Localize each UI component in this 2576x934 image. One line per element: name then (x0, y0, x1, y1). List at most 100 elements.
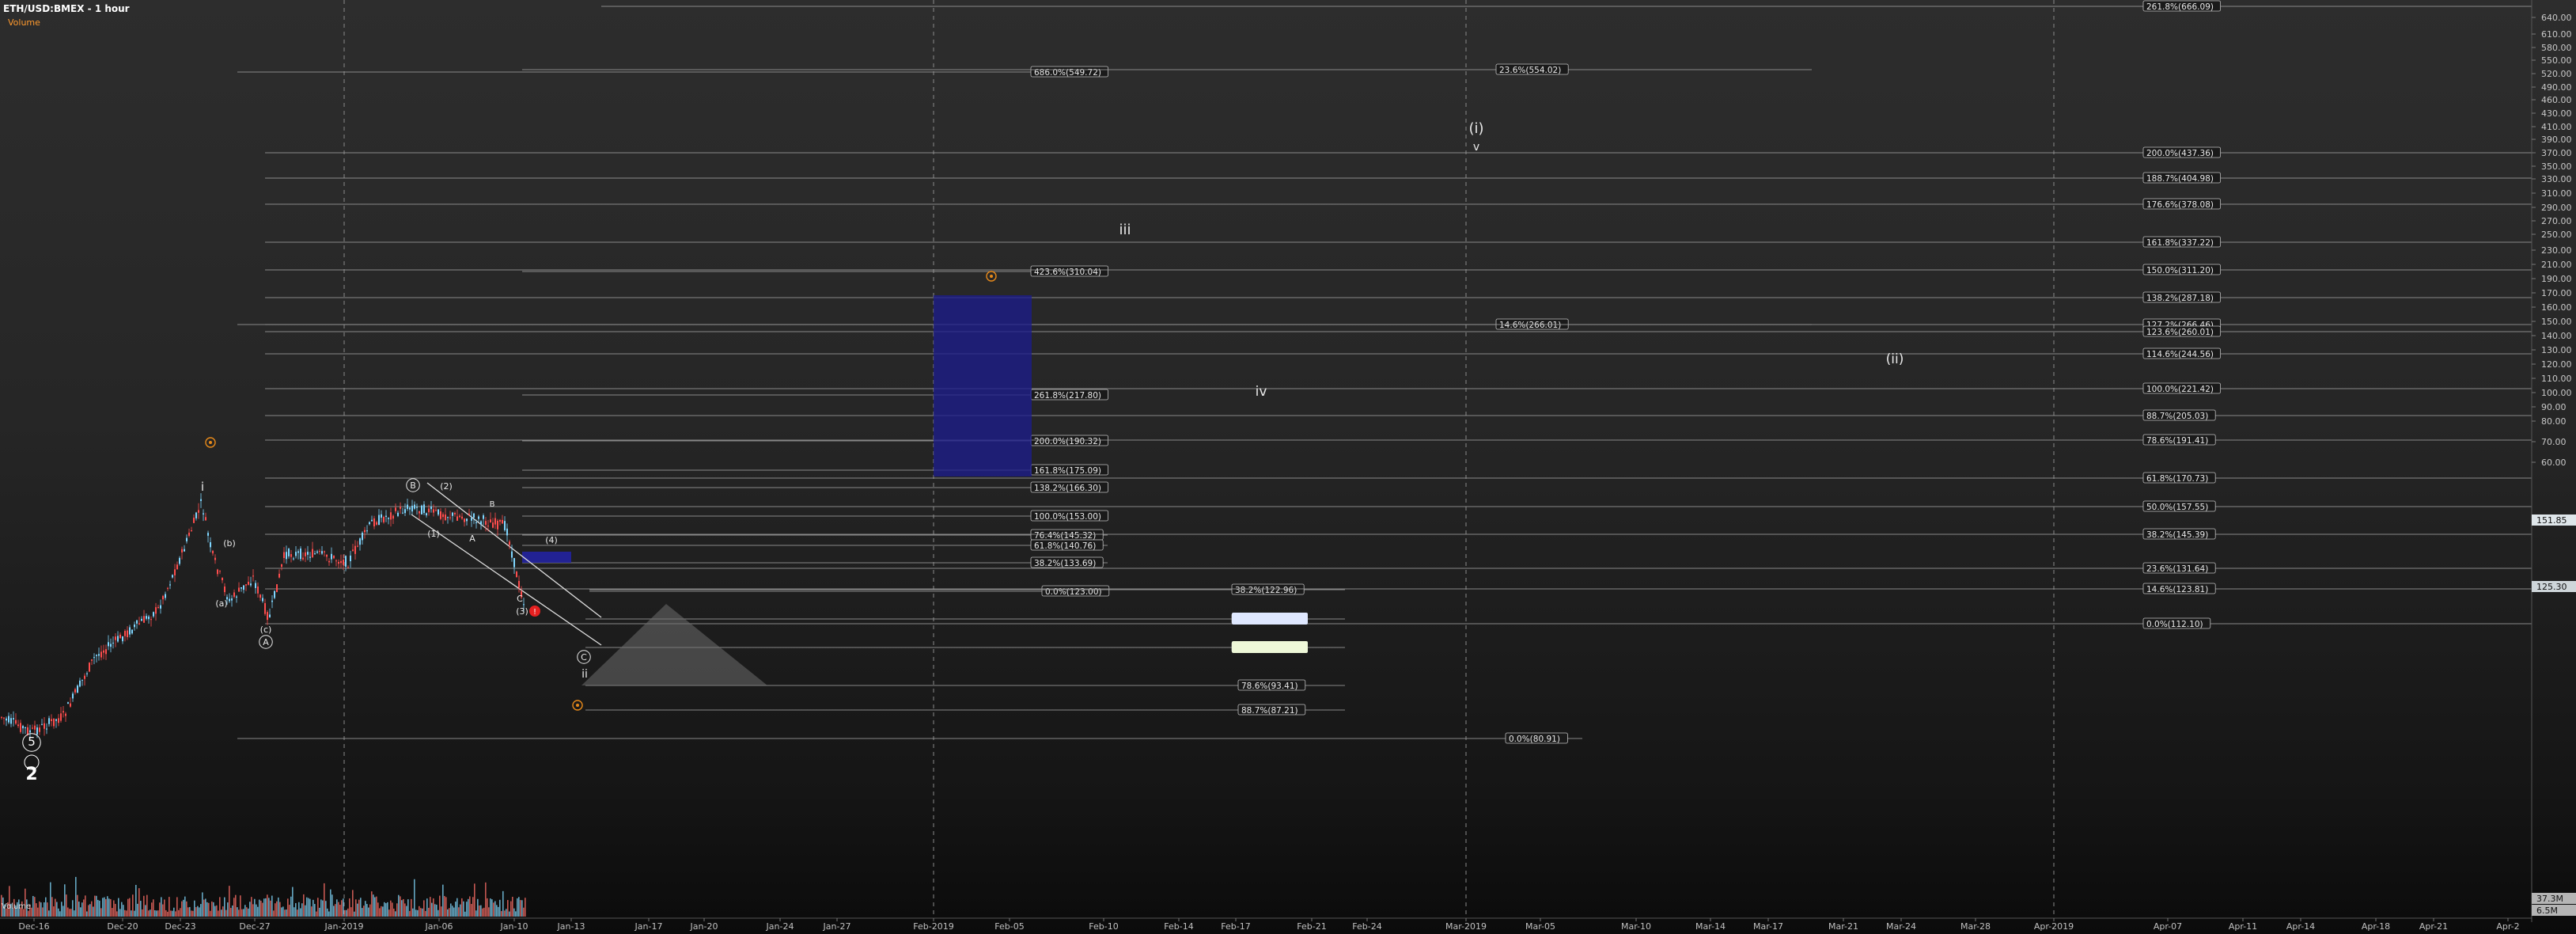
volume-bar (156, 910, 157, 917)
volume-bar (48, 910, 50, 917)
candle-body (290, 554, 292, 557)
volume-bar (331, 894, 333, 917)
volume-bar (423, 900, 425, 917)
candle-body (305, 552, 306, 556)
volume-bar (479, 905, 480, 917)
volume-bar (9, 886, 10, 917)
wave-label: i (201, 480, 204, 494)
volume-tag-1: 37.3M (2536, 894, 2563, 904)
volume-bar (390, 900, 392, 917)
volume-bar (328, 911, 330, 917)
small-blue-zone (522, 552, 571, 563)
volume-bar (142, 909, 143, 917)
volume-bar (210, 910, 211, 917)
volume-bar (460, 904, 461, 917)
price-axis[interactable]: 640.00 610.00 580.00 550.00 520.00 490.00 460.… (2531, 0, 2576, 922)
volume-bar (365, 901, 366, 917)
volume-bar (263, 898, 265, 917)
candle-body (10, 718, 12, 724)
candle-body (497, 520, 498, 530)
volume-bar (225, 909, 227, 917)
volume-bar (515, 911, 517, 917)
candle-body (15, 719, 17, 724)
volume-bar (477, 898, 479, 917)
volume-bar (433, 898, 434, 917)
volume-bar (398, 894, 400, 917)
candle-body (72, 693, 74, 699)
volume-bar (129, 898, 131, 917)
candle-body (193, 518, 195, 523)
volume-bar (102, 898, 104, 917)
volume-bar (436, 904, 438, 917)
date-gridlines (343, 0, 2055, 917)
price-tick-label: 390.00 (2541, 135, 2572, 145)
volume-bar (162, 904, 164, 917)
candle-body (419, 511, 420, 514)
candle-body (188, 532, 190, 536)
candle-body (381, 514, 382, 518)
candle-body (233, 592, 235, 597)
volume-bar (172, 910, 173, 917)
volume-bar (69, 909, 70, 917)
volume-bar (517, 898, 518, 917)
time-tick-label: Apr-07 (2154, 921, 2182, 932)
time-tick-label: Feb-14 (1164, 921, 1193, 932)
candle-body (172, 575, 173, 578)
volume-bar (249, 902, 251, 917)
candle-body (157, 606, 159, 608)
volume-bar (227, 902, 229, 917)
volume-bar (305, 905, 306, 917)
volume-bar (100, 908, 102, 917)
candle-body (359, 538, 361, 545)
volume-bar (525, 898, 526, 917)
time-tick-label: Jan-20 (690, 921, 718, 932)
volume-bar (425, 910, 426, 917)
candle-body (127, 630, 128, 637)
time-axis[interactable]: Dec-16 Dec-20 Dec-23 Dec-27 Jan-2019 Jan-06 Ja… (0, 917, 2532, 932)
wave-label: A (263, 637, 269, 647)
volume-bar (284, 909, 286, 917)
time-tick-label: Feb-10 (1089, 921, 1118, 932)
volume-bar (85, 895, 86, 917)
volume-bar (131, 910, 132, 917)
volume-bar (344, 909, 346, 917)
volume-bar (186, 901, 188, 917)
volume-bar (262, 902, 263, 917)
candle-body (466, 518, 468, 522)
volume-bar (50, 882, 51, 917)
candle-body (350, 555, 351, 562)
price-tick-label: 310.00 (2541, 188, 2572, 199)
volume-bar (99, 900, 100, 917)
price-tick-label: 610.00 (2541, 29, 2572, 40)
volume-bar (461, 898, 463, 917)
volume-bar (257, 906, 259, 917)
candle-body (385, 515, 387, 517)
candle-body (276, 584, 278, 592)
price-tick-label: 370.00 (2541, 148, 2572, 158)
volume-bar (273, 910, 275, 917)
candle-body (89, 663, 90, 672)
volume-bar (246, 907, 248, 917)
time-tick-label: Jan-06 (425, 921, 453, 932)
candle-body (504, 521, 506, 530)
fib-level-label: 38.2%(122.96) (1235, 586, 1297, 595)
fib-level-label: 88.7%(205.03) (2146, 412, 2208, 421)
time-tick-label: Dec-16 (18, 921, 49, 932)
volume-bar (47, 902, 48, 917)
candle-body (338, 561, 339, 564)
price-chart[interactable]: 261.8%(666.09)686.0%(549.72) 23.6%(554.02… (0, 0, 2576, 934)
orange-dot-icon (209, 441, 212, 444)
volume-bar (352, 890, 354, 917)
volume-bar (339, 905, 341, 917)
price-tick-label: 110.00 (2541, 374, 2572, 384)
volume-bar (31, 907, 32, 917)
volume-bar (382, 906, 384, 917)
fib-level-label: 38.2%(133.69) (1034, 559, 1096, 568)
candle-body (58, 718, 59, 723)
volume-bar (121, 902, 123, 917)
volume-bar (145, 905, 146, 917)
volume-bar (324, 883, 325, 917)
volume-bar (105, 898, 107, 917)
orange-dot-icon (990, 275, 993, 278)
volume-bar (447, 909, 449, 917)
